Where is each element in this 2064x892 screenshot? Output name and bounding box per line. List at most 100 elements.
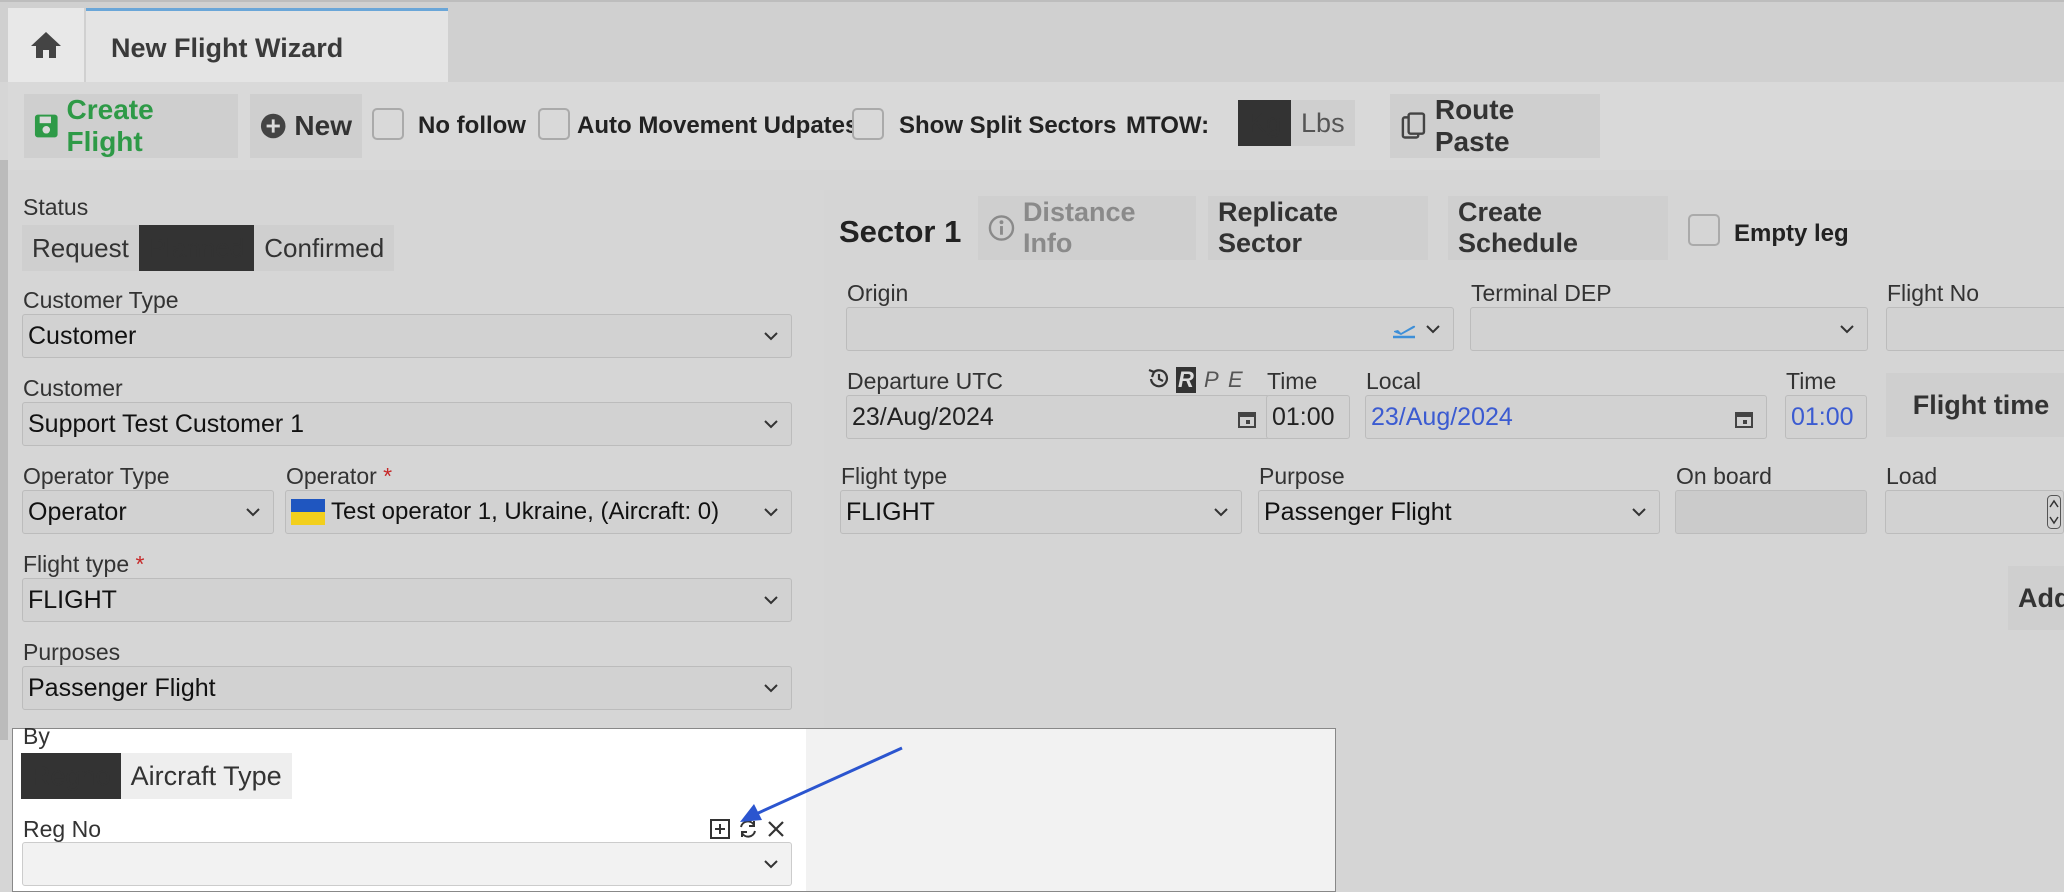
operator-label: Operator *: [286, 463, 393, 489]
origin-select[interactable]: [846, 307, 1454, 351]
operator-type-value: Operator: [28, 497, 127, 526]
purpose-select[interactable]: Passenger Flight: [1258, 490, 1660, 534]
chevron-down-icon: [246, 508, 260, 517]
empty-leg-label: Empty leg: [1734, 220, 1849, 247]
distance-info-button[interactable]: Distance Info: [978, 196, 1196, 260]
toolbar: Create Flight New No follow Auto Movemen…: [8, 82, 2064, 170]
lbs-option[interactable]: Lbs: [1291, 100, 1355, 146]
purposes-value: Passenger Flight: [28, 673, 216, 702]
required-marker: *: [383, 463, 393, 489]
chevron-down-icon: [764, 860, 778, 869]
departure-date-input[interactable]: 23/Aug/2024: [846, 395, 1270, 439]
left-edge-strip: [0, 160, 8, 740]
chevron-down-icon: [764, 508, 778, 517]
reg-no-label: Reg No: [23, 816, 101, 842]
sector-flight-type-value: FLIGHT: [846, 497, 935, 526]
tab-home[interactable]: [8, 8, 84, 82]
chevron-down-icon: [1426, 325, 1440, 334]
purpose-value: Passenger Flight: [1264, 497, 1452, 526]
flight-type-select[interactable]: FLIGHT: [22, 578, 792, 622]
operator-type-label: Operator Type: [23, 463, 170, 489]
distance-info-label: Distance Info: [1022, 197, 1136, 258]
calendar-icon[interactable]: [1237, 409, 1257, 429]
local-date-input[interactable]: 23/Aug/2024: [1365, 395, 1767, 439]
new-label: New: [294, 110, 352, 141]
stepper-icon[interactable]: [2047, 495, 2061, 529]
by-aircraft-type[interactable]: Aircraft Type: [121, 753, 292, 799]
status-toggle: Request Planned Confirmed: [22, 225, 395, 271]
by-label: By: [23, 723, 50, 749]
flight-no-input[interactable]: [1886, 307, 2064, 351]
terminal-dep-select[interactable]: [1470, 307, 1868, 351]
add-square-icon[interactable]: [709, 818, 731, 840]
no-follow-checkbox[interactable]: [372, 108, 404, 140]
load-input[interactable]: [1885, 490, 2064, 534]
rpe-r-toggle[interactable]: R: [1176, 367, 1196, 393]
create-schedule-button[interactable]: Create Schedule: [1448, 196, 1668, 260]
sector-flight-type-select[interactable]: FLIGHT: [840, 490, 1242, 534]
local-label: Local: [1366, 368, 1421, 394]
status-planned[interactable]: Planned: [138, 225, 255, 271]
customer-value: Support Test Customer 1: [28, 409, 305, 438]
reg-no-select[interactable]: [22, 842, 792, 886]
route-paste-button[interactable]: Route Paste: [1390, 94, 1600, 158]
local-time-value: 01:00: [1791, 402, 1854, 431]
tab-label: New Flight Wizard: [111, 33, 344, 63]
time-label: Time: [1267, 368, 1318, 394]
home-icon: [31, 32, 61, 58]
rpe-e-toggle[interactable]: E: [1228, 367, 1243, 393]
auto-movement-label: Auto Movement Udpates: [577, 112, 859, 139]
operator-select[interactable]: Test operator 1, Ukraine, (Aircraft: 0): [285, 490, 792, 534]
terminal-dep-label: Terminal DEP: [1471, 280, 1612, 306]
add-button[interactable]: Add: [2008, 566, 2064, 630]
history-icon[interactable]: [1146, 366, 1172, 392]
flight-time-button[interactable]: Flight time: [1886, 373, 2064, 437]
create-flight-label: Create Flight: [66, 94, 154, 157]
chevron-down-icon: [1840, 325, 1854, 334]
plus-circle-icon: [260, 113, 286, 139]
tab-new-flight-wizard[interactable]: New Flight Wizard: [86, 8, 448, 82]
flight-type-value: FLIGHT: [28, 585, 117, 614]
status-request[interactable]: Request: [22, 225, 139, 271]
customer-label: Customer: [23, 375, 123, 401]
local-time-input[interactable]: 01:00: [1785, 395, 1867, 439]
show-split-sectors-checkbox[interactable]: [852, 108, 884, 140]
empty-leg-checkbox[interactable]: [1688, 214, 1720, 246]
rpe-p-toggle[interactable]: P: [1204, 367, 1219, 393]
clipboard-icon: [1401, 112, 1426, 139]
new-button[interactable]: New: [250, 94, 362, 158]
kg-option[interactable]: Kg: [1238, 100, 1292, 146]
load-label: Load: [1886, 463, 1938, 489]
status-confirmed[interactable]: Confirmed: [254, 225, 394, 271]
customer-select[interactable]: Support Test Customer 1: [22, 402, 792, 446]
chevron-down-icon: [764, 420, 778, 429]
chevron-down-icon: [764, 596, 778, 605]
departure-time-input[interactable]: 01:00: [1266, 395, 1350, 439]
auto-movement-checkbox[interactable]: [538, 108, 570, 140]
departure-time-value: 01:00: [1272, 402, 1335, 431]
replicate-sector-button[interactable]: Replicate Sector: [1208, 196, 1428, 260]
customer-type-select[interactable]: Customer: [22, 314, 792, 358]
purposes-select[interactable]: Passenger Flight: [22, 666, 792, 710]
on-board-label: On board: [1676, 463, 1772, 489]
annotation-arrow: [740, 746, 903, 822]
flight-details-panel: Status Request Planned Confirmed Custome…: [8, 190, 808, 730]
show-split-sectors-label: Show Split Sectors: [899, 112, 1117, 139]
local-date-value: 23/Aug/2024: [1371, 402, 1513, 431]
create-flight-button[interactable]: Create Flight: [24, 94, 238, 158]
departure-date-value: 23/Aug/2024: [852, 402, 994, 431]
purposes-label: Purposes: [23, 639, 121, 665]
local-time-label: Time: [1786, 368, 1837, 394]
by-regno[interactable]: Regno: [21, 753, 121, 799]
mtow-unit-toggle: Kg Lbs: [1238, 100, 1355, 146]
flight-no-label: Flight No: [1887, 280, 1980, 306]
calendar-icon[interactable]: [1734, 409, 1754, 429]
sector-flight-type-label: Flight type: [841, 463, 948, 489]
ukraine-flag-icon: [291, 499, 325, 525]
no-follow-label: No follow: [418, 112, 526, 139]
operator-value: Test operator 1, Ukraine, (Aircraft: 0): [331, 498, 720, 525]
chevron-down-icon: [1214, 508, 1228, 517]
info-icon: [988, 215, 1015, 241]
origin-label: Origin: [847, 280, 909, 306]
operator-type-select[interactable]: Operator: [22, 490, 274, 534]
